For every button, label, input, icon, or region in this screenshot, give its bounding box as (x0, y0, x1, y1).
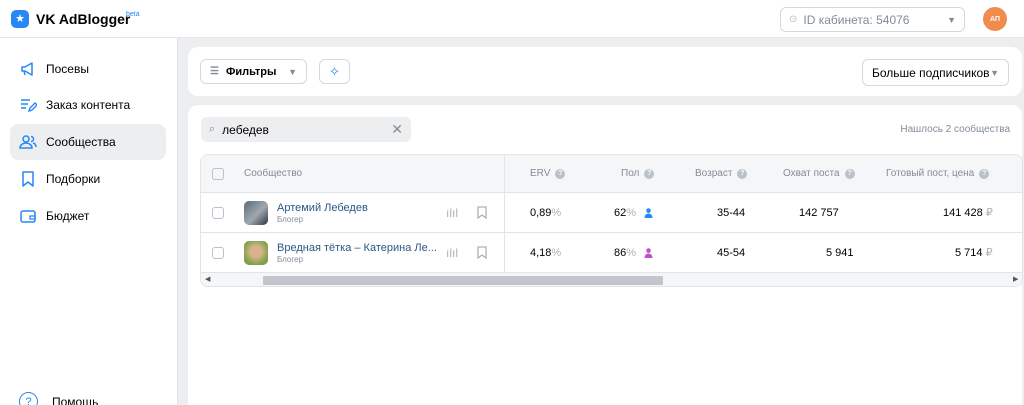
community-cell[interactable]: Артемий Лебедев Блогер (244, 193, 368, 232)
column-divider (504, 155, 505, 273)
table-header: Сообщество ERV? Пол? Возраст? Охват пост… (201, 155, 1022, 193)
search-box[interactable]: ⌕ ✕ (201, 117, 411, 142)
community-name[interactable]: Вредная тётка – Катерина Ле... (277, 241, 437, 255)
stats-icon[interactable]: ılıl (446, 233, 458, 272)
header-erv[interactable]: ERV? (530, 155, 566, 192)
filters-label: Фильтры (225, 65, 277, 78)
lock-icon: ⊙ (789, 14, 798, 25)
sidebar-item-content-order[interactable]: Заказ контента (10, 87, 166, 123)
bookmark-icon[interactable] (476, 233, 488, 272)
question-icon[interactable]: ? (737, 168, 748, 179)
stats-icon[interactable]: ılıl (446, 193, 458, 232)
erv-value: 4,18% (530, 246, 562, 259)
sidebar-item-label: Подборки (46, 172, 101, 186)
header-gender-label: Пол (621, 168, 640, 179)
cabinet-id-text: ID кабинета: 54076 (803, 12, 910, 27)
header-age[interactable]: Возраст? (695, 155, 748, 192)
scroll-right-icon[interactable]: ▶ (1013, 275, 1018, 283)
help-label: Помощь (52, 394, 99, 405)
select-all-checkbox[interactable] (212, 155, 224, 192)
community-type: Блогер (277, 214, 304, 224)
sidebar-item-posevy[interactable]: Посевы (10, 51, 166, 87)
community-avatar (244, 240, 268, 265)
logo-star-icon[interactable]: ★ (11, 10, 29, 28)
filters-button[interactable]: ☰ Фильтры ▼ (200, 59, 307, 84)
sliders-icon: ☰ (210, 66, 219, 77)
users-icon (19, 135, 37, 149)
question-icon: ? (19, 392, 38, 405)
search-input[interactable] (222, 122, 392, 137)
bookmark-icon[interactable] (476, 193, 488, 232)
sidebar-item-label: Посевы (46, 62, 89, 76)
sidebar-item-selections[interactable]: Подборки (10, 161, 166, 197)
header-price[interactable]: Готовый пост, цена? (886, 155, 990, 192)
female-icon (644, 247, 653, 258)
community-name[interactable]: Артемий Лебедев (277, 201, 368, 215)
age-value: 45-54 (717, 246, 746, 259)
sidebar: Посевы Заказ контента Сообщества Подборк… (0, 38, 178, 405)
sparkle-search-icon: ✧ (329, 63, 340, 79)
chevron-down-icon: ▼ (947, 14, 956, 25)
brand-title[interactable]: VK AdBlogger (36, 11, 130, 27)
age-value: 35-44 (717, 206, 746, 219)
edit-list-icon (21, 99, 37, 113)
erv-value: 0,89% (530, 206, 562, 219)
sort-select[interactable]: Больше подписчиков ▼ (862, 59, 1009, 86)
communities-table: Сообщество ERV? Пол? Возраст? Охват пост… (200, 154, 1023, 287)
header-reach[interactable]: Охват поста? (783, 155, 855, 192)
community-avatar (244, 200, 268, 225)
avatar[interactable]: АП (983, 7, 1007, 31)
question-icon[interactable]: ? (555, 168, 566, 179)
chevron-down-icon: ▼ (288, 66, 297, 77)
gender-value: 86% (614, 233, 653, 272)
search-icon: ⌕ (209, 123, 216, 135)
sidebar-item-label: Заказ контента (46, 98, 131, 112)
ai-search-button[interactable]: ✧ (319, 59, 350, 84)
beta-badge: beta (126, 11, 140, 18)
male-icon (644, 207, 653, 218)
clear-icon[interactable]: ✕ (391, 121, 403, 138)
help-link[interactable]: ? Помощь (19, 392, 98, 405)
question-icon[interactable]: ? (979, 168, 990, 179)
gender-value: 62% (614, 193, 653, 232)
horizontal-scrollbar[interactable]: ◀ ▶ (201, 273, 1022, 286)
megaphone-icon (21, 62, 33, 76)
sidebar-item-budget[interactable]: Бюджет (10, 198, 166, 234)
chevron-down-icon: ▼ (990, 67, 999, 78)
header-community[interactable]: Сообщество (244, 155, 302, 192)
sidebar-item-label: Сообщества (46, 135, 116, 149)
table-row[interactable]: Артемий Лебедев Блогер ılıl 0,89% 62% 35… (201, 193, 1022, 233)
sidebar-item-communities[interactable]: Сообщества (10, 124, 166, 160)
sort-label: Больше подписчиков (872, 65, 990, 80)
question-icon[interactable]: ? (844, 168, 855, 179)
top-bar: ★ VK AdBlogger beta ⊙ ID кабинета: 54076… (0, 0, 1024, 38)
wallet-icon (20, 210, 36, 223)
table-row[interactable]: Вредная тётка – Катерина Ле... Блогер ıl… (201, 233, 1022, 273)
price-value: 141 428 ₽ (943, 206, 993, 220)
results-count: Нашлось 2 сообщества (900, 124, 1010, 135)
scroll-left-icon[interactable]: ◀ (205, 275, 210, 283)
bookmark-icon (22, 171, 34, 187)
header-age-label: Возраст (695, 168, 733, 179)
header-erv-label: ERV (530, 168, 551, 179)
header-gender[interactable]: Пол? (621, 155, 655, 192)
scrollbar-thumb[interactable] (263, 276, 663, 285)
sidebar-item-label: Бюджет (46, 209, 90, 223)
reach-value: 142 757 (799, 206, 839, 219)
header-reach-label: Охват поста (783, 168, 840, 179)
header-price-label: Готовый пост, цена (886, 168, 975, 179)
price-value: 5 714 ₽ (955, 246, 993, 260)
reach-value: 5 941 (826, 246, 854, 259)
row-checkbox[interactable] (212, 233, 224, 272)
row-checkbox[interactable] (212, 193, 224, 232)
community-type: Блогер (277, 254, 304, 264)
question-icon[interactable]: ? (644, 168, 655, 179)
community-cell[interactable]: Вредная тётка – Катерина Ле... Блогер (244, 233, 437, 272)
cabinet-select[interactable]: ⊙ ID кабинета: 54076 ▼ (780, 7, 965, 32)
